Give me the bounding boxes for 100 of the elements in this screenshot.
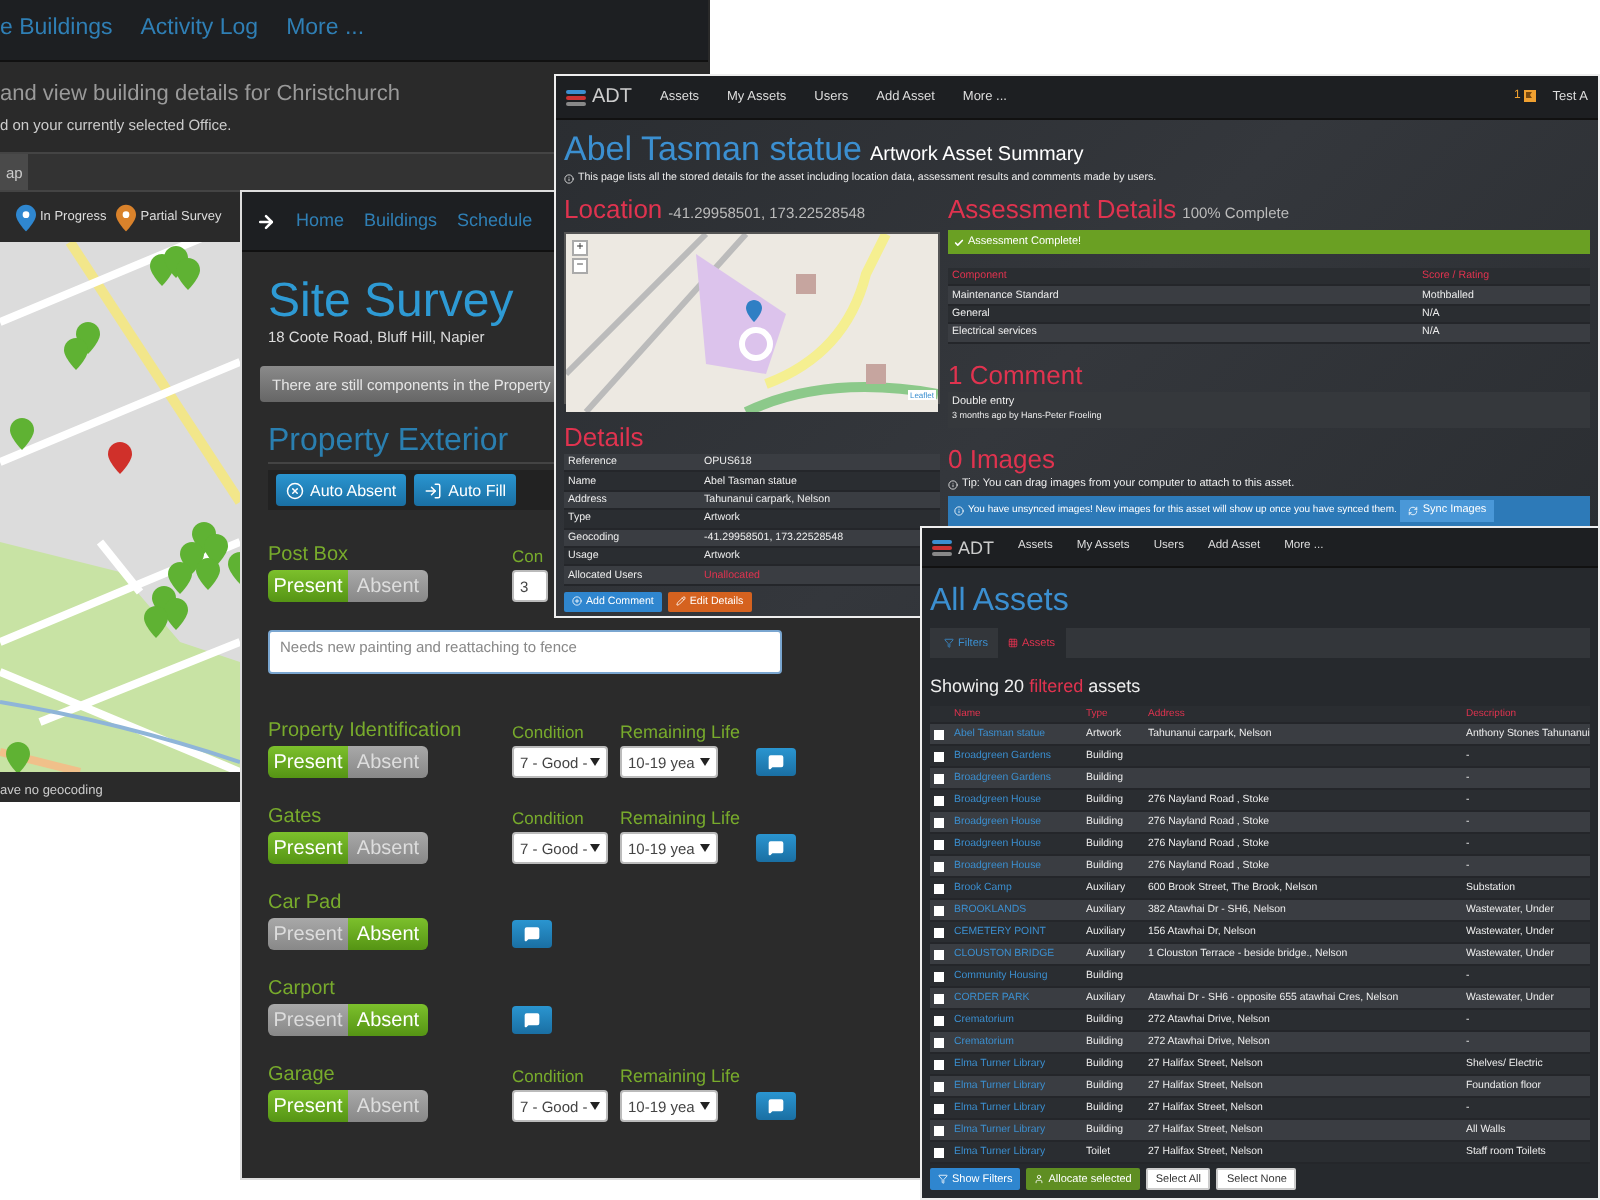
check-icon (954, 237, 964, 247)
component-label: Gates (268, 806, 322, 830)
caret-icon (700, 758, 710, 766)
comment-button[interactable] (512, 1006, 552, 1034)
comment-icon (524, 1012, 540, 1028)
toggle-button[interactable]: Present (268, 918, 348, 950)
row-checkbox[interactable] (934, 1059, 944, 1069)
row-checkbox[interactable] (934, 883, 944, 893)
row-checkbox[interactable] (934, 1147, 944, 1157)
info-icon (948, 479, 958, 490)
comment-icon (768, 840, 784, 856)
sign-in-icon (424, 481, 443, 499)
row-checkbox[interactable] (934, 1037, 944, 1047)
nav-link[interactable]: Activity Log (140, 16, 259, 44)
component-label: Post Box (268, 544, 349, 568)
toggle-button[interactable]: Absent (348, 832, 428, 864)
section-heading: Details (564, 424, 644, 452)
row-checkbox[interactable] (934, 905, 944, 915)
row-checkbox[interactable] (934, 839, 944, 849)
toggle-button[interactable]: Present (268, 1090, 348, 1122)
comment-button[interactable] (756, 834, 796, 862)
flag-icon (1524, 90, 1537, 103)
field-label: Remaining Life (620, 806, 741, 830)
info-icon (954, 505, 964, 516)
section-heading: Location (564, 196, 663, 224)
row-checkbox[interactable] (934, 927, 944, 937)
toggle-button[interactable]: Absent (348, 746, 428, 778)
nav-link[interactable]: Home (296, 210, 345, 232)
toggle-button[interactable]: Present (268, 570, 348, 602)
row-checkbox[interactable] (934, 971, 944, 981)
field-label: Remaining Life (620, 720, 741, 744)
section-heading: 0 Images (948, 445, 1055, 474)
row-checkbox[interactable] (934, 773, 944, 783)
row-checkbox[interactable] (934, 795, 944, 805)
section-heading: Assessment Details (948, 196, 1177, 224)
pencil-icon (675, 596, 686, 607)
field-label: Con (512, 544, 544, 568)
user-icon (1034, 1174, 1045, 1184)
brand-name[interactable]: ADT (958, 537, 994, 557)
component-label: Car Pad (268, 892, 342, 916)
caret-icon (590, 1102, 600, 1110)
page-title: All Assets (930, 584, 1071, 620)
comment-button[interactable] (512, 920, 552, 948)
section-heading: 1 Comment (948, 361, 1083, 390)
refresh-icon (1408, 505, 1419, 516)
caret-icon (700, 844, 710, 852)
toggle-button[interactable]: Present (268, 746, 348, 778)
asset-count-text: Showing 20 filtered assets (930, 674, 1143, 698)
row-checkbox[interactable] (934, 1103, 944, 1113)
caret-icon (700, 1102, 710, 1110)
filter-icon (938, 1174, 948, 1184)
row-checkbox[interactable] (934, 817, 944, 827)
page-title: Abel Tasman statue (564, 130, 862, 168)
field-label: Condition (512, 806, 584, 830)
toggle-button[interactable]: Absent (348, 918, 428, 950)
stack-icon (932, 539, 952, 555)
toggle-button[interactable]: Absent (348, 1004, 428, 1036)
page-title: Site Survey (268, 276, 516, 328)
component-label: Garage (268, 1064, 335, 1088)
map-pin-icon (116, 203, 137, 231)
info-icon (564, 173, 574, 183)
brand-name[interactable]: ADT (592, 86, 632, 108)
toggle-button[interactable]: Absent (348, 1090, 428, 1122)
comment-icon (768, 1098, 784, 1114)
comment-icon (768, 754, 784, 770)
row-checkbox[interactable] (934, 729, 944, 739)
row-checkbox[interactable] (934, 1015, 944, 1025)
caret-icon (590, 758, 600, 766)
component-label: Property Identification (268, 720, 462, 744)
arrow-icon[interactable] (256, 211, 276, 231)
plus-icon (572, 596, 582, 607)
comment-button[interactable] (756, 1092, 796, 1120)
toggle-button[interactable]: Present (268, 832, 348, 864)
action-button[interactable]: Auto Absent (276, 474, 407, 506)
row-checkbox[interactable] (934, 949, 944, 959)
field-label: Remaining Life (620, 1064, 741, 1088)
filter-icon (944, 638, 954, 648)
caret-icon (590, 844, 600, 852)
toggle-button[interactable]: Present (268, 1004, 348, 1036)
page-subtitle: Artwork Asset Summary (870, 144, 1084, 166)
toggle-button[interactable]: Absent (348, 570, 428, 602)
row-checkbox[interactable] (934, 1081, 944, 1091)
component-label: Carport (268, 978, 335, 1002)
row-checkbox[interactable] (934, 861, 944, 871)
circle-x-icon (286, 481, 304, 499)
field-label: Condition (512, 1064, 584, 1088)
field-label: Condition (512, 720, 584, 744)
nav-link[interactable]: Buildings (364, 210, 438, 232)
comment-button[interactable] (756, 748, 796, 776)
nav-link[interactable]: More ... (286, 16, 365, 44)
grid-icon (1007, 638, 1018, 648)
nav-link[interactable]: Schedule (457, 210, 533, 232)
page-heading: and view building details for Christchurch (0, 80, 400, 110)
row-checkbox[interactable] (934, 1125, 944, 1135)
row-checkbox[interactable] (934, 751, 944, 761)
action-button[interactable]: Auto Fill (414, 474, 517, 506)
comment-icon (524, 926, 540, 942)
row-checkbox[interactable] (934, 993, 944, 1003)
map-pin-icon (16, 203, 36, 231)
nav-link[interactable]: e Buildings (0, 16, 113, 44)
